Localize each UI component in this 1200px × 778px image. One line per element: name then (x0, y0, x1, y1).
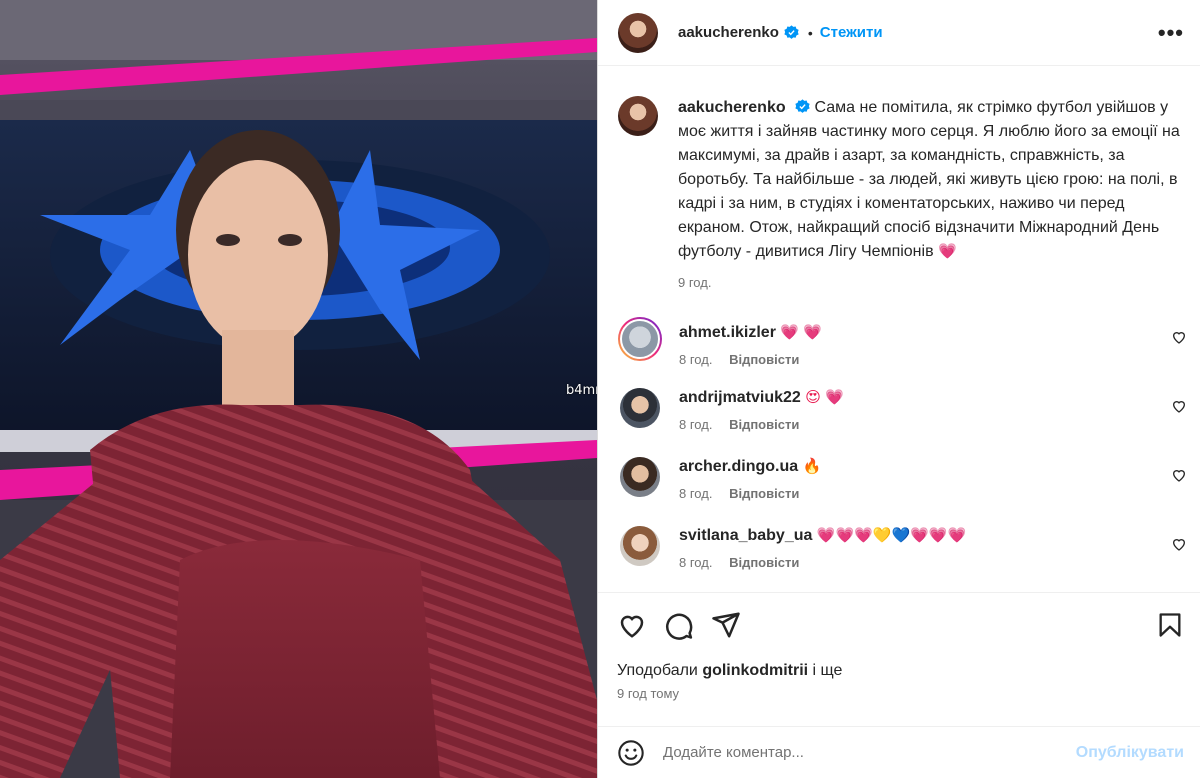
comment-text: 💗 💗 (780, 324, 822, 341)
photo-illustration (0, 0, 597, 778)
like-comment-heart-icon[interactable] (1171, 536, 1187, 552)
liked-by-line: Уподобали golinkodmitrii і ще (617, 662, 1184, 680)
share-paper-plane-icon[interactable] (711, 610, 741, 640)
comment-text: 🔥 (802, 458, 822, 475)
header-separator: • (807, 24, 813, 41)
comment-time[interactable]: 8 год. (679, 352, 712, 367)
caption-emoji: 💗 (938, 243, 957, 260)
caption-time[interactable]: 9 год. (678, 275, 711, 290)
comment-username[interactable]: ahmet.ikizler (679, 324, 776, 341)
follow-button[interactable]: Стежити (820, 24, 883, 41)
save-bookmark-icon[interactable] (1156, 610, 1184, 640)
comment-avatar[interactable] (620, 388, 660, 428)
comment-text: 😍 💗 (805, 389, 844, 406)
caption-username[interactable]: aakucherenko (678, 99, 786, 116)
verified-badge-icon (795, 99, 810, 113)
reply-button[interactable]: Відповісти (729, 486, 799, 501)
post-header: aakucherenko • Стежити ••• (598, 0, 1200, 66)
post-actions: Уподобали golinkodmitrii і ще 9 год тому (598, 592, 1200, 726)
comment-time[interactable]: 8 год. (679, 555, 712, 570)
comment-bubble-icon[interactable] (664, 610, 694, 640)
comments-scroll-area[interactable]: aakucherenko Сама не помітила, як стрімк… (598, 66, 1200, 592)
reply-button[interactable]: Відповісти (729, 352, 799, 367)
comment-time[interactable]: 8 год. (679, 417, 712, 432)
liked-by-user[interactable]: golinkodmitrii (702, 662, 808, 679)
more-options-button[interactable]: ••• (1158, 21, 1184, 43)
caption-text: Сама не помітила, як стрімко футбол увій… (678, 99, 1180, 260)
comment-avatar (620, 319, 660, 359)
comment-username[interactable]: archer.dingo.ua (679, 458, 798, 475)
post-time-ago[interactable]: 9 год тому (617, 686, 1184, 701)
post-detail-panel: aakucherenko • Стежити ••• aakucherenko … (597, 0, 1200, 778)
comment-username[interactable]: svitlana_baby_ua (679, 527, 812, 544)
comment-time[interactable]: 8 год. (679, 486, 712, 501)
comment-item: svitlana_baby_ua 💗💗💗💛💙💗💗💗 8 год. Відпові… (598, 524, 1200, 570)
comment-avatar[interactable] (620, 526, 660, 566)
author-username[interactable]: aakucherenko (678, 24, 779, 41)
comment-avatar[interactable] (620, 457, 660, 497)
comment-item: andrijmatviuk22 😍 💗 8 год. Відповісти (598, 386, 1200, 432)
like-comment-heart-icon[interactable] (1171, 329, 1187, 345)
comment-input[interactable] (663, 744, 1076, 761)
comment-text: 💗💗💗💛💙💗💗💗 (816, 527, 967, 544)
comment-item: ahmet.ikizler 💗 💗 8 год. Відповісти (598, 317, 1200, 367)
reply-button[interactable]: Відповісти (729, 555, 799, 570)
post-photo[interactable]: b4mm.com (0, 0, 597, 778)
post-comment-button[interactable]: Опублікувати (1076, 744, 1184, 762)
caption-author-avatar[interactable] (618, 96, 658, 136)
comment-avatar-ring[interactable] (618, 317, 662, 361)
comment-username[interactable]: andrijmatviuk22 (679, 389, 801, 406)
watermark-text: b4mm.com (566, 383, 597, 398)
verified-badge-icon (784, 25, 799, 39)
post-caption: aakucherenko Сама не помітила, як стрімк… (598, 66, 1200, 295)
like-heart-icon[interactable] (617, 610, 647, 640)
author-avatar[interactable] (618, 12, 658, 53)
add-comment-bar: Опублікувати (598, 726, 1200, 778)
emoji-smiley-icon[interactable] (617, 739, 645, 767)
comment-item: archer.dingo.ua 🔥 8 год. Відповісти (598, 455, 1200, 501)
like-comment-heart-icon[interactable] (1171, 467, 1187, 483)
like-comment-heart-icon[interactable] (1171, 398, 1187, 414)
reply-button[interactable]: Відповісти (729, 417, 799, 432)
liked-by-suffix[interactable]: і ще (813, 662, 843, 679)
liked-by-prefix: Уподобали (617, 662, 698, 679)
